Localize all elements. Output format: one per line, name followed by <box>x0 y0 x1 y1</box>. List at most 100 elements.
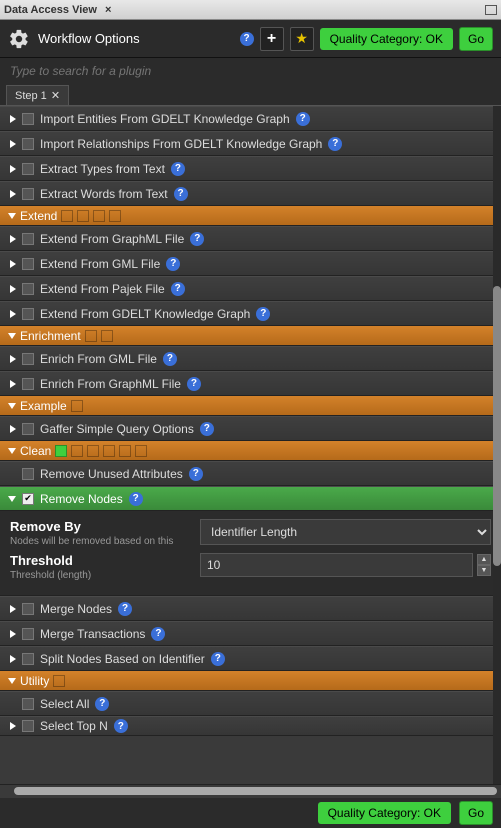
help-icon[interactable]: ? <box>256 307 270 321</box>
help-icon[interactable]: ? <box>328 137 342 151</box>
scrollbar-thumb[interactable] <box>493 286 501 566</box>
category-box[interactable] <box>103 445 115 457</box>
expand-icon[interactable] <box>10 425 16 433</box>
help-icon[interactable]: ? <box>114 719 128 733</box>
category-box[interactable] <box>71 445 83 457</box>
expand-icon[interactable] <box>10 140 16 148</box>
plugin-row-import-entities-gdelt[interactable]: Import Entities From GDELT Knowledge Gra… <box>0 106 501 131</box>
category-clean[interactable]: Clean <box>0 441 501 461</box>
help-icon[interactable]: ? <box>200 422 214 436</box>
category-box[interactable] <box>109 210 121 222</box>
window-control-icon[interactable] <box>485 5 497 15</box>
help-icon[interactable]: ? <box>296 112 310 126</box>
plugin-row-extract-words[interactable]: Extract Words from Text ? <box>0 181 501 206</box>
expand-icon[interactable] <box>10 630 16 638</box>
plugin-row-extract-types[interactable]: Extract Types from Text ? <box>0 156 501 181</box>
vertical-scrollbar[interactable] <box>493 106 501 784</box>
category-box[interactable] <box>53 675 65 687</box>
collapse-icon[interactable] <box>8 448 16 454</box>
expand-icon[interactable] <box>10 115 16 123</box>
help-icon[interactable]: ? <box>151 627 165 641</box>
help-icon[interactable]: ? <box>129 492 143 506</box>
favorite-button[interactable]: ★ <box>290 27 314 51</box>
checkbox[interactable] <box>22 653 34 665</box>
help-icon[interactable]: ? <box>118 602 132 616</box>
checkbox[interactable] <box>22 720 34 732</box>
tab-close-icon[interactable]: × <box>101 4 115 16</box>
go-button[interactable]: Go <box>459 27 493 51</box>
category-extend[interactable]: Extend <box>0 206 501 226</box>
scrollbar-thumb[interactable] <box>14 787 497 795</box>
quality-category-badge[interactable]: Quality Category: OK <box>320 28 453 50</box>
checkbox[interactable] <box>22 603 34 615</box>
spinner-up-icon[interactable]: ▲ <box>477 554 491 565</box>
plugin-row-gaffer-query[interactable]: Gaffer Simple Query Options ? <box>0 416 501 441</box>
plugin-row-merge-nodes[interactable]: Merge Nodes ? <box>0 596 501 621</box>
spinner-down-icon[interactable]: ▼ <box>477 565 491 576</box>
expand-icon[interactable] <box>10 605 16 613</box>
plugin-row-extend-gdelt[interactable]: Extend From GDELT Knowledge Graph ? <box>0 301 501 326</box>
plugin-row-enrich-graphml[interactable]: Enrich From GraphML File ? <box>0 371 501 396</box>
add-button[interactable]: + <box>260 27 284 51</box>
help-icon[interactable]: ? <box>171 282 185 296</box>
remove-by-select[interactable]: Identifier Length <box>200 519 491 545</box>
category-box[interactable] <box>77 210 89 222</box>
category-enrichment[interactable]: Enrichment <box>0 326 501 346</box>
quality-category-badge-footer[interactable]: Quality Category: OK <box>318 802 451 824</box>
expand-icon[interactable] <box>10 190 16 198</box>
checkbox[interactable] <box>22 353 34 365</box>
checkbox[interactable] <box>22 163 34 175</box>
category-box[interactable] <box>119 445 131 457</box>
expand-icon[interactable] <box>10 285 16 293</box>
collapse-icon[interactable] <box>8 403 16 409</box>
plugin-row-extend-pajek[interactable]: Extend From Pajek File ? <box>0 276 501 301</box>
expand-icon[interactable] <box>10 655 16 663</box>
plugin-row-import-relationships-gdelt[interactable]: Import Relationships From GDELT Knowledg… <box>0 131 501 156</box>
category-box[interactable] <box>85 330 97 342</box>
collapse-icon[interactable] <box>8 333 16 339</box>
expand-icon[interactable] <box>10 722 16 730</box>
category-box-active[interactable] <box>55 445 67 457</box>
tab-step-1[interactable]: Step 1 ✕ <box>6 85 69 105</box>
collapse-icon[interactable] <box>8 678 16 684</box>
checkbox[interactable] <box>22 283 34 295</box>
workflow-options-label[interactable]: Workflow Options <box>38 31 140 46</box>
plugin-row-merge-transactions[interactable]: Merge Transactions ? <box>0 621 501 646</box>
help-icon[interactable]: ? <box>187 377 201 391</box>
threshold-input[interactable] <box>200 553 473 577</box>
help-icon[interactable]: ? <box>211 652 225 666</box>
help-icon[interactable]: ? <box>190 232 204 246</box>
checkbox[interactable] <box>22 258 34 270</box>
checkbox[interactable] <box>22 423 34 435</box>
checkbox[interactable] <box>22 188 34 200</box>
category-box[interactable] <box>61 210 73 222</box>
plugin-row-remove-unused-attrs[interactable]: Remove Unused Attributes ? <box>0 461 501 486</box>
plugin-row-extend-gml[interactable]: Extend From GML File ? <box>0 251 501 276</box>
checkbox-checked[interactable]: ✔ <box>22 493 34 505</box>
help-icon[interactable]: ? <box>189 467 203 481</box>
help-icon[interactable]: ? <box>166 257 180 271</box>
help-icon[interactable]: ? <box>171 162 185 176</box>
category-box[interactable] <box>87 445 99 457</box>
category-box[interactable] <box>71 400 83 412</box>
checkbox[interactable] <box>22 468 34 480</box>
plugin-row-select-top-n[interactable]: Select Top N ? <box>0 716 501 736</box>
plugin-row-extend-graphml[interactable]: Extend From GraphML File ? <box>0 226 501 251</box>
checkbox[interactable] <box>22 308 34 320</box>
category-box[interactable] <box>93 210 105 222</box>
checkbox[interactable] <box>22 698 34 710</box>
checkbox[interactable] <box>22 378 34 390</box>
expand-icon[interactable] <box>10 165 16 173</box>
expand-icon[interactable] <box>10 310 16 318</box>
help-icon[interactable]: ? <box>163 352 177 366</box>
plugin-row-enrich-gml[interactable]: Enrich From GML File ? <box>0 346 501 371</box>
help-icon[interactable]: ? <box>240 32 254 46</box>
checkbox[interactable] <box>22 233 34 245</box>
category-box[interactable] <box>135 445 147 457</box>
checkbox[interactable] <box>22 113 34 125</box>
plugin-search-input[interactable] <box>10 64 491 78</box>
category-utility[interactable]: Utility <box>0 671 501 691</box>
horizontal-scrollbar[interactable] <box>0 784 501 798</box>
category-example[interactable]: Example <box>0 396 501 416</box>
expand-icon[interactable] <box>10 235 16 243</box>
